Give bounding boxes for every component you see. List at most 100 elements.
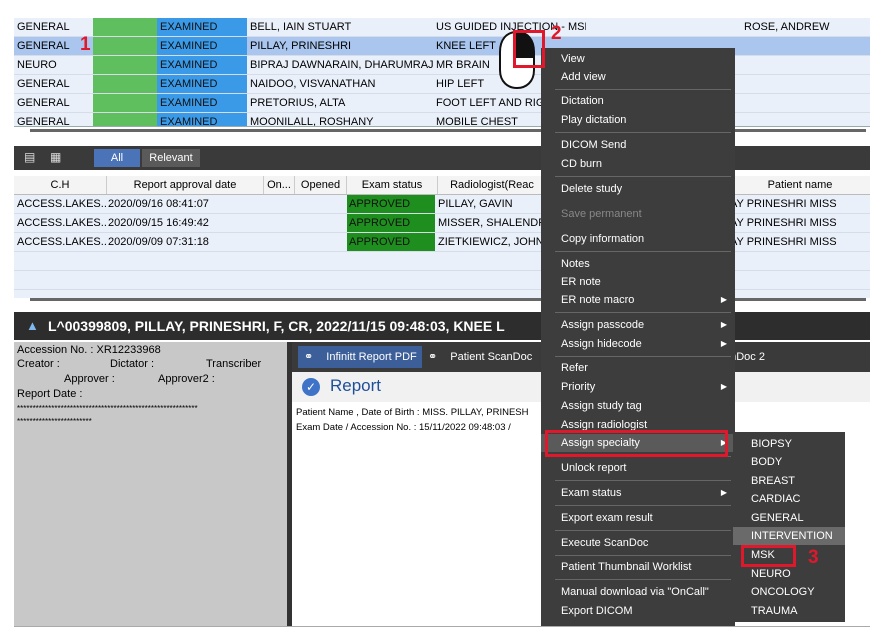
menu-separator <box>555 530 731 531</box>
menu-item-notes[interactable]: Notes <box>541 255 735 273</box>
worklist-row[interactable]: GENERAL EXAMINED MOONILALL, ROSHANY MOBI… <box>14 113 870 127</box>
grid-icon[interactable]: ▦ <box>50 151 64 164</box>
menu-item-add-view[interactable]: Add view <box>541 68 735 86</box>
tab-all[interactable]: All <box>94 149 140 167</box>
specialty-cardiac[interactable]: CARDIAC <box>733 490 845 508</box>
menu-item-dictation[interactable]: Dictation <box>541 92 735 110</box>
worklist-row[interactable]: GENERAL EXAMINED NAIDOO, VISVANATHAN HIP… <box>14 75 870 94</box>
menu-item-execute-scandoc[interactable]: Execute ScanDoc <box>541 534 735 552</box>
menu-label: ER note macro <box>561 294 635 306</box>
menu-item-play-dictation[interactable]: Play dictation <box>541 111 735 129</box>
menu-item-unlock-report[interactable]: Unlock report <box>541 459 735 477</box>
submenu-label: BIOPSY <box>751 438 792 450</box>
specialty-body[interactable]: BODY <box>733 453 845 471</box>
list-icon[interactable]: ▤ <box>24 151 38 164</box>
col-approval-date[interactable]: Report approval date <box>107 176 264 194</box>
menu-item-dicom-send[interactable]: DICOM Send <box>541 136 735 154</box>
specialty-biopsy[interactable]: BIOPSY <box>733 435 845 453</box>
tab-infinitt-report-pdf[interactable]: ⚭ Infinitt Report PDF <box>298 346 422 368</box>
menu-item-priority[interactable]: Priority ▶ <box>541 378 735 396</box>
worklist-row[interactable]: GENERAL EXAMINED BELL, IAIN STUART US GU… <box>14 18 870 37</box>
tab-relevant[interactable]: Relevant <box>142 149 200 167</box>
history-row[interactable]: ACCESS.LAKES... 2020/09/15 16:49:42 APPR… <box>14 214 870 233</box>
tab-label: Patient ScanDoc <box>450 351 533 363</box>
report-patient-line: Patient Name , Date of Birth : MISS. PIL… <box>296 407 529 418</box>
col-radiologist[interactable]: Radiologist(Reac <box>438 176 547 194</box>
menu-item-er-note[interactable]: ER note <box>541 273 735 291</box>
history-row[interactable]: ACCESS.LAKES... 2020/09/09 07:31:18 APPR… <box>14 233 870 252</box>
menu-item-cd-burn[interactable]: CD burn <box>541 155 735 173</box>
status-cell: EXAMINED <box>157 37 247 55</box>
menu-separator <box>555 312 731 313</box>
date-cell: 2020/09/15 16:49:42 <box>108 217 209 229</box>
history-row[interactable]: ACCESS.LAKES... 2020/09/16 08:41:07 APPR… <box>14 195 870 214</box>
menu-item-delete-study[interactable]: Delete study <box>541 180 735 198</box>
patient-cell: BELL, IAIN STUART <box>250 21 352 33</box>
menu-item-assign-hidecode[interactable]: Assign hidecode ▶ <box>541 335 735 353</box>
menu-label: Manual download via "OnCall" <box>561 586 709 598</box>
submenu-label: ONCOLOGY <box>751 586 815 598</box>
menu-item-copy-information[interactable]: Copy information <box>541 230 735 248</box>
modality-cell: GENERAL <box>17 78 70 90</box>
submenu-arrow-icon: ▶ <box>720 320 727 329</box>
step-3-highlight <box>741 545 796 567</box>
worklist-scrollbar[interactable] <box>30 129 866 132</box>
worklist-row-selected[interactable]: GENERAL EXAMINED PILLAY, PRINESHRI KNEE … <box>14 37 870 56</box>
accession-label: Accession No. : XR12233968 <box>17 344 161 356</box>
status-cell: EXAMINED <box>157 113 247 126</box>
col-opened[interactable]: Opened <box>295 176 347 194</box>
history-grid: C.H Report approval date On... Opened Ex… <box>14 176 870 298</box>
menu-item-exam-status[interactable]: Exam status ▶ <box>541 484 735 502</box>
menu-label: Export exam result <box>561 512 653 524</box>
specialty-intervention[interactable]: INTERVENTION <box>733 527 845 545</box>
tab-patient-scandoc[interactable]: ⚭ Patient ScanDoc <box>428 346 532 368</box>
submenu-label: TRAUMA <box>751 605 798 617</box>
col-ch[interactable]: C.H <box>14 176 107 194</box>
radiologist-cell: MISSER, SHALENDR <box>438 217 544 229</box>
worklist-row[interactable]: GENERAL EXAMINED PRETORIUS, ALTA FOOT LE… <box>14 94 870 113</box>
worklist-row[interactable]: NEURO EXAMINED BIPRAJ DAWNARAIN, DHARUMR… <box>14 56 870 75</box>
context-menu: View Add view Dictation Play dictation D… <box>541 48 735 626</box>
globe-icon: ⚭ <box>304 351 314 363</box>
patient-bar-text: L^00399809, PILLAY, PRINESHRI, F, CR, 20… <box>48 318 505 334</box>
menu-separator <box>555 251 731 252</box>
patient-cell: AY PRINESHRI MISS <box>730 236 837 248</box>
step-1-label: 1 <box>80 34 91 55</box>
priority-cell <box>93 37 157 55</box>
history-scrollbar[interactable] <box>30 298 866 301</box>
col-on[interactable]: On... <box>264 176 295 194</box>
menu-item-view[interactable]: View <box>541 50 735 68</box>
modality-cell: GENERAL <box>17 116 70 127</box>
menu-separator <box>555 579 731 580</box>
specialty-trauma[interactable]: TRAUMA <box>733 602 845 620</box>
submenu-label: GENERAL <box>751 512 804 524</box>
menu-label: Delete study <box>561 183 623 195</box>
menu-label: Dictation <box>561 95 604 107</box>
menu-item-assign-passcode[interactable]: Assign passcode ▶ <box>541 316 735 334</box>
transcriber-label: Transcriber <box>206 358 262 370</box>
specialty-breast[interactable]: BREAST <box>733 472 845 490</box>
specialty-neuro[interactable]: NEURO <box>733 565 845 583</box>
menu-item-patient-thumbnail-worklist[interactable]: Patient Thumbnail Worklist <box>541 558 735 576</box>
priority-cell <box>93 113 157 126</box>
menu-item-refer[interactable]: Refer <box>541 359 735 377</box>
menu-separator <box>555 176 731 177</box>
menu-label: Assign study tag <box>561 400 642 412</box>
menu-item-assign-study-tag[interactable]: Assign study tag <box>541 397 735 415</box>
specialty-general[interactable]: GENERAL <box>733 509 845 527</box>
menu-item-export-dicom[interactable]: Export DICOM <box>541 602 735 620</box>
menu-separator <box>555 89 731 90</box>
menu-label: Refer <box>561 362 588 374</box>
menu-label: Play dictation <box>561 114 627 126</box>
step-2-label: 2 <box>551 23 562 44</box>
menu-item-manual-download-oncall[interactable]: Manual download via "OnCall" <box>541 583 735 601</box>
menu-separator <box>555 505 731 506</box>
date-cell: 2020/09/16 08:41:07 <box>108 198 209 210</box>
menu-label: Export DICOM <box>561 605 633 617</box>
tab-label: Infinitt Report PDF <box>326 351 417 363</box>
specialty-oncology[interactable]: ONCOLOGY <box>733 583 845 601</box>
col-exam-status[interactable]: Exam status <box>347 176 438 194</box>
menu-item-export-exam-result[interactable]: Export exam result <box>541 509 735 527</box>
col-patient-name[interactable]: Patient name <box>730 176 870 194</box>
menu-item-er-note-macro[interactable]: ER note macro ▶ <box>541 291 735 309</box>
